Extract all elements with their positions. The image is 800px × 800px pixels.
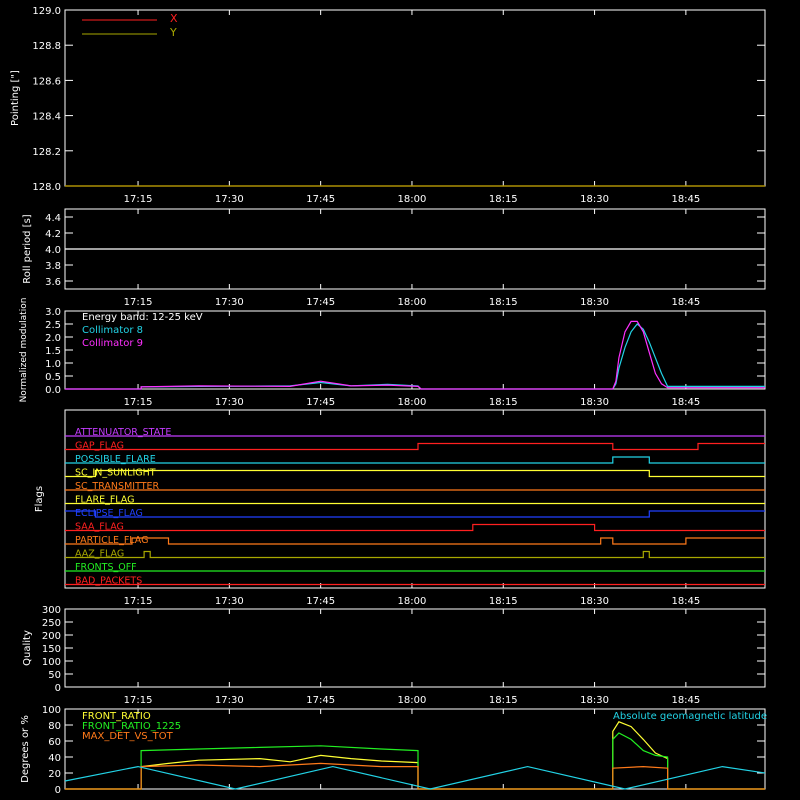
roll-ylabel: Roll period [s] [22,214,33,283]
flag-label: AAZ_FLAG [75,549,124,560]
x-tick-label: 17:15 [124,596,153,607]
flag-label: FLARE_FLAG [75,495,135,506]
x-tick-label: 18:45 [671,297,700,308]
y-tick-label: 0 [55,785,61,796]
x-tick-label: 18:45 [671,194,700,205]
x-tick-label: 18:00 [398,297,427,308]
flag-label: SAA_FLAG [75,522,124,533]
flag-label: PARTICLE_FLAG [75,535,148,546]
flag-label: GAP_FLAG [75,441,124,452]
y-tick-label: 128.6 [32,76,61,87]
modulation-legend-col8: Collimator 8 [82,325,143,336]
flag-label: POSSIBLE_FLARE [75,454,156,465]
ratios-ylabel: Degrees or % [20,715,31,783]
y-tick-label: 129.0 [32,6,61,17]
x-tick-label: 17:15 [124,297,153,308]
x-tick-label: 17:15 [124,194,153,205]
legend-x-label: X [170,12,178,25]
y-tick-label: 1.0 [45,359,61,370]
flags-ylabel: Flags [34,486,45,512]
y-tick-label: 250 [42,618,61,629]
y-tick-label: 128.0 [32,182,61,193]
y-tick-label: 150 [42,644,61,655]
y-tick-label: 128.4 [32,112,61,123]
y-tick-label: 0 [55,683,61,694]
y-tick-label: 4.2 [45,229,61,240]
y-tick-label: 20 [48,769,61,780]
x-tick-label: 17:45 [306,297,335,308]
y-tick-label: 40 [48,753,61,764]
x-tick-label: 18:30 [580,397,609,408]
rhessi-summary-plot: 128.0 128.2 128.4 128.6 128.8 129.0 17:15 17:3… [0,0,800,800]
x-tick-label: 18:30 [580,596,609,607]
x-tick-label: 17:30 [215,397,244,408]
flag-label: FRONTS_OFF [75,562,137,573]
y-tick-label: 1.5 [45,346,61,357]
flag-label: BAD_PACKETS [75,576,142,587]
y-tick-label: 128.2 [32,147,61,158]
legend-y-label: Y [169,26,177,39]
y-tick-label: 4.0 [45,245,61,256]
x-tick-label: 17:15 [124,695,153,706]
y-tick-label: 50 [48,670,61,681]
x-tick-label: 18:00 [398,695,427,706]
x-tick-label: 17:30 [215,695,244,706]
x-tick-label: 17:45 [306,194,335,205]
y-tick-label: 300 [42,605,61,616]
modulation-energy-band: Energy band: 12-25 keV [82,312,203,323]
x-tick-label: 18:30 [580,695,609,706]
modulation-ylabel: Normalized modulation [19,298,29,403]
y-tick-label: 2.5 [45,320,61,331]
y-tick-label: 128.8 [32,41,61,52]
x-tick-label: 18:15 [489,695,518,706]
flag-label: SC_TRANSMITTER [75,481,160,492]
x-tick-label: 18:45 [671,695,700,706]
y-tick-label: 80 [48,721,61,732]
ratios-legend-max-det: MAX_DET_VS_TOT [82,731,174,742]
x-tick-label: 18:15 [489,194,518,205]
y-tick-label: 0.0 [45,385,61,396]
flag-label: ECLIPSE_FLAG [75,508,143,519]
x-tick-label: 17:45 [306,596,335,607]
x-tick-label: 18:00 [398,397,427,408]
x-tick-label: 17:45 [306,695,335,706]
x-tick-label: 17:30 [215,194,244,205]
y-tick-label: 3.8 [45,261,61,272]
y-tick-label: 3.0 [45,307,61,318]
y-tick-label: 3.6 [45,277,61,288]
x-tick-label: 18:45 [671,596,700,607]
pointing-ylabel: Pointing ["] [10,70,21,126]
x-tick-label: 18:30 [580,194,609,205]
quality-ylabel: Quality [22,630,33,666]
y-tick-label: 100 [42,657,61,668]
ratios-annotation-latitude: Absolute geomagnetic latitude [613,711,767,722]
y-tick-label: 100 [42,705,61,716]
y-tick-label: 2.0 [45,333,61,344]
x-tick-label: 18:30 [580,297,609,308]
y-tick-label: 0.5 [45,372,61,383]
x-tick-label: 17:15 [124,397,153,408]
y-tick-label: 60 [48,737,61,748]
x-tick-label: 18:15 [489,397,518,408]
x-tick-label: 18:45 [671,397,700,408]
x-tick-label: 18:15 [489,297,518,308]
y-tick-label: 4.4 [45,213,61,224]
flag-label: SC_IN_SUNLIGHT [75,468,156,479]
x-tick-label: 17:30 [215,297,244,308]
x-tick-label: 18:00 [398,194,427,205]
x-tick-label: 17:45 [306,397,335,408]
y-tick-label: 200 [42,631,61,642]
x-tick-label: 18:15 [489,596,518,607]
x-tick-label: 17:30 [215,596,244,607]
modulation-legend-col9: Collimator 9 [82,338,143,349]
flag-label: ATTENUATOR_STATE [75,427,171,438]
x-tick-label: 18:00 [398,596,427,607]
